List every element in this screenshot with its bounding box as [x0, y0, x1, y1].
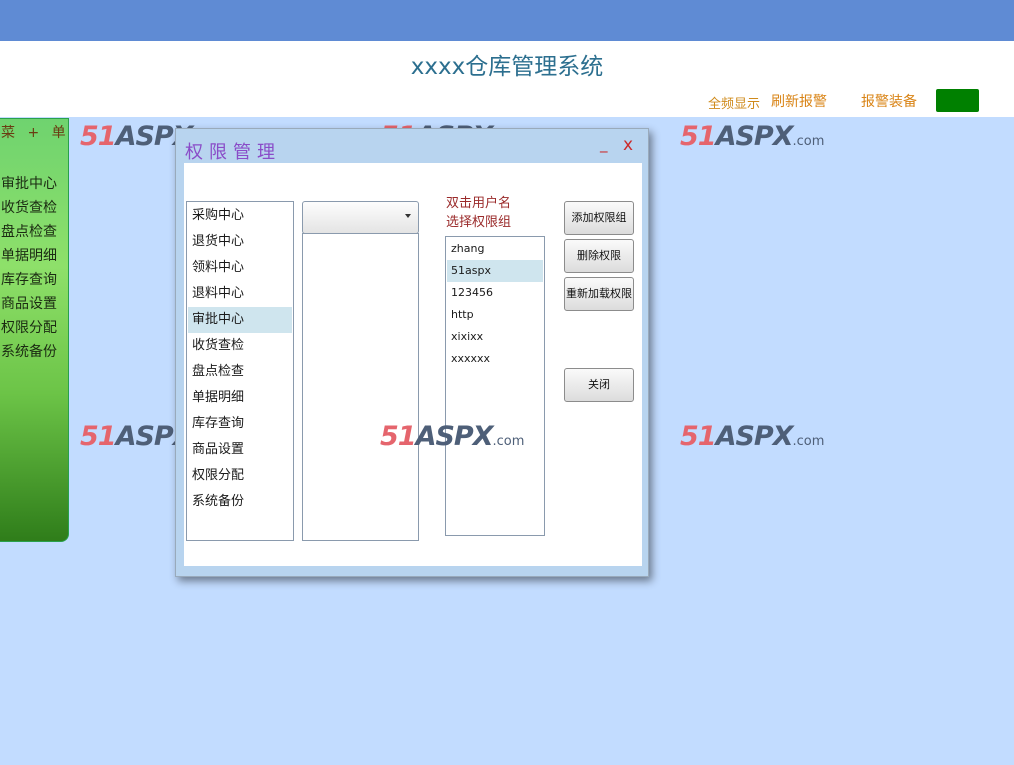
user-item[interactable]: xixixx — [447, 326, 543, 348]
refresh-alarm-link[interactable]: 刷新报警 — [771, 91, 827, 111]
list-item[interactable]: 权限分配 — [188, 463, 292, 489]
hint-text: 选择权限组 — [446, 215, 512, 230]
user-item[interactable]: 123456 — [447, 282, 543, 304]
permission-group-dropdown[interactable] — [302, 201, 419, 234]
header: xxxx仓库管理系统 全频显示 刷新报警 报警装备 — [0, 41, 1014, 117]
menu-item-inventory-check[interactable]: 盘点检查 — [1, 221, 57, 241]
delete-permission-button[interactable]: 删除权限 — [564, 239, 634, 273]
watermark-logo: 51ASPX.com — [380, 421, 525, 452]
list-item-selected[interactable]: 审批中心 — [188, 307, 292, 333]
menu-heading: 菜 + 单 — [1, 125, 70, 141]
page-title: xxxx仓库管理系统 — [410, 54, 604, 80]
add-group-button[interactable]: 添加权限组 — [564, 201, 634, 235]
list-item[interactable]: 退货中心 — [188, 229, 292, 255]
menu-item-backup[interactable]: 系统备份 — [1, 341, 57, 361]
user-item-selected[interactable]: 51aspx — [447, 260, 543, 282]
menu-item-approval[interactable]: 审批中心 — [1, 173, 57, 193]
function-list[interactable]: 采购中心 退货中心 领料中心 退料中心 审批中心 收货查检 盘点检查 单据明细 … — [186, 201, 294, 541]
list-item[interactable]: 收货查检 — [188, 333, 292, 359]
list-item[interactable]: 单据明细 — [188, 385, 292, 411]
close-button[interactable]: 关闭 — [564, 368, 634, 402]
alarm-status-button[interactable] — [936, 89, 979, 112]
user-item[interactable]: xxxxxx — [447, 348, 543, 370]
list-item[interactable]: 商品设置 — [188, 437, 292, 463]
list-item[interactable]: 库存查询 — [188, 411, 292, 437]
menu-item-permissions[interactable]: 权限分配 — [1, 317, 57, 337]
chevron-down-icon — [405, 214, 411, 218]
list-item[interactable]: 采购中心 — [188, 203, 292, 229]
user-list[interactable]: zhang 51aspx 123456 http xixixx xxxxxx — [445, 236, 545, 536]
side-menu: 菜 + 单 审批中心 收货查检 盘点检查 单据明细 库存查询 商品设置 权限分配… — [0, 118, 69, 542]
user-item[interactable]: http — [447, 304, 543, 326]
menu-item-documents[interactable]: 单据明细 — [1, 245, 57, 265]
menu-item-product-settings[interactable]: 商品设置 — [1, 293, 57, 313]
alarm-equipment-link[interactable]: 报警装备 — [861, 91, 917, 111]
top-banner — [0, 0, 1014, 41]
list-item[interactable]: 退料中心 — [188, 281, 292, 307]
dialog-title: 权限管理 — [185, 142, 281, 163]
menu-item-stock-query[interactable]: 库存查询 — [1, 269, 57, 289]
permission-dialog: 权限管理 _ x 采购中心 退货中心 领料中心 退料中心 审批中心 收货查检 盘… — [175, 128, 649, 577]
show-all-link[interactable]: 全频显示 — [708, 93, 760, 112]
hint-text: 双击用户名 — [446, 196, 512, 211]
list-item[interactable]: 领料中心 — [188, 255, 292, 281]
menu-item-receiving[interactable]: 收货查检 — [1, 197, 57, 217]
group-permission-list[interactable] — [302, 233, 419, 541]
list-item[interactable]: 系统备份 — [188, 489, 292, 515]
dialog-body: 采购中心 退货中心 领料中心 退料中心 审批中心 收货查检 盘点检查 单据明细 … — [184, 163, 642, 566]
user-item[interactable]: zhang — [447, 238, 543, 260]
close-icon[interactable]: x — [623, 135, 633, 155]
minimize-icon[interactable]: _ — [600, 135, 608, 153]
watermark-logo: 51ASPX.com — [680, 121, 825, 152]
reload-permission-button[interactable]: 重新加载权限 — [564, 277, 634, 311]
list-item[interactable]: 盘点检查 — [188, 359, 292, 385]
watermark-logo: 51ASPX.com — [680, 421, 825, 452]
